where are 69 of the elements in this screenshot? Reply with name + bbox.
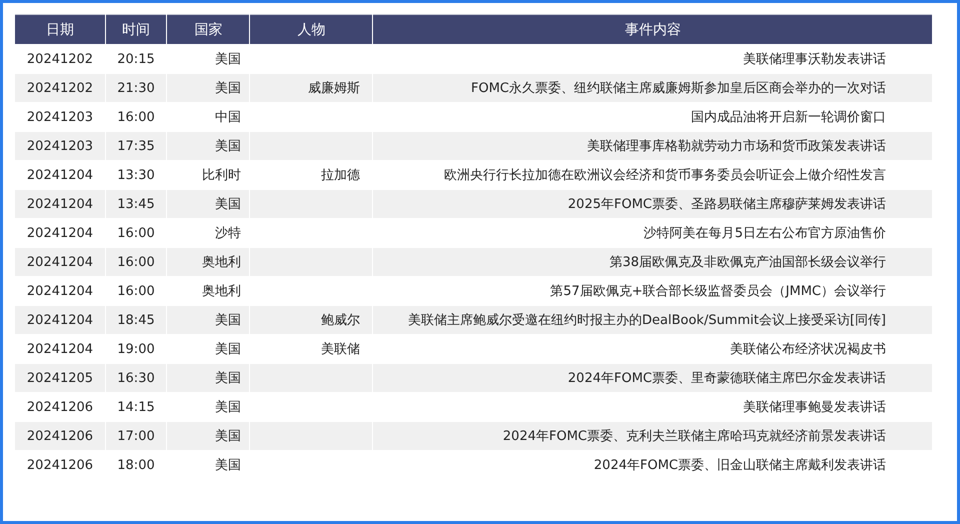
table-cell-text: 20241203 xyxy=(26,108,94,126)
table-cell: 美国 xyxy=(167,190,249,218)
table-cell: 美联储理事库格勒就劳动力市场和货币政策发表讲话 xyxy=(373,132,932,160)
table-cell-text: 美国 xyxy=(214,51,242,69)
table-cell-text: 20241204 xyxy=(26,340,94,358)
table-cell-text: 20241202 xyxy=(26,50,94,68)
table-cell: 16:00 xyxy=(106,248,166,276)
table-cell-text: 20241206 xyxy=(26,456,94,474)
table-cell-text: 国内成品油将开启新一轮调价窗口 xyxy=(690,109,887,127)
table-cell-text: 美国 xyxy=(214,457,242,475)
table-cell-text: 20241204 xyxy=(26,166,94,184)
table-cell-text: 美联储公布经济状况褐皮书 xyxy=(729,341,887,359)
table-cell-text: 沙特 xyxy=(214,225,242,243)
table-cell: 20241205 xyxy=(15,364,105,392)
table-cell: 21:30 xyxy=(106,74,166,102)
table-cell: 2024年FOMC票委、克利夫兰联储主席哈玛克就经济前景发表讲话 xyxy=(373,422,932,450)
table-cell-text: 20241204 xyxy=(26,224,94,242)
table-cell: FOMC永久票委、纽约联储主席威廉姆斯参加皇后区商会举办的一次对话 xyxy=(373,74,932,102)
table-cell-text: 20241206 xyxy=(26,398,94,416)
table-cell-text: 拉加德 xyxy=(320,167,361,185)
table-cell-text: 18:00 xyxy=(116,456,156,474)
table-cell-text: 美国 xyxy=(214,399,242,417)
table-cell: 第38届欧佩克及非欧佩克产油国部长级会议举行 xyxy=(373,248,932,276)
column-header[interactable]: 国家 xyxy=(167,14,249,44)
table-cell-text: 美联储 xyxy=(320,341,361,359)
table-cell: 2024年FOMC票委、里奇蒙德联储主席巴尔金发表讲话 xyxy=(373,364,932,392)
table-cell: 美国 xyxy=(167,422,249,450)
table-cell-text: 2024年FOMC票委、旧金山联储主席戴利发表讲话 xyxy=(592,457,887,475)
table-cell: 20241206 xyxy=(15,422,105,450)
table-cell-text: 美联储理事鲍曼发表讲话 xyxy=(742,399,887,417)
table-cell-text: 20241204 xyxy=(26,282,94,300)
table-cell: 17:35 xyxy=(106,132,166,160)
table-cell-text: 16:00 xyxy=(116,282,156,300)
table-cell-text: 美联储理事沃勒发表讲话 xyxy=(742,51,887,69)
table-cell: 20241204 xyxy=(15,248,105,276)
table-cell: 2025年FOMC票委、圣路易联储主席穆萨莱姆发表讲话 xyxy=(373,190,932,218)
table-cell-text: 美国 xyxy=(214,341,242,359)
table-cell: 美联储主席鲍威尔受邀在纽约时报主办的DealBook/Summit会议上接受采访[同传] xyxy=(373,306,932,334)
table-cell: 18:45 xyxy=(106,306,166,334)
column-header[interactable]: 人物 xyxy=(250,14,372,44)
column-header[interactable]: 事件内容 xyxy=(373,14,932,44)
table-cell-text: 16:00 xyxy=(116,224,156,242)
table-cell-text: 奥地利 xyxy=(201,283,242,301)
table-cell: 美国 xyxy=(167,364,249,392)
table-cell: 17:00 xyxy=(106,422,166,450)
table-cell: 20241202 xyxy=(15,74,105,102)
table-cell-text: 欧洲央行行长拉加德在欧洲议会经济和货币事务委员会听证会上做介绍性发言 xyxy=(443,167,887,185)
table-cell-text: 13:30 xyxy=(116,166,156,184)
table-cell-text: 沙特阿美在每月5日左右公布官方原油售价 xyxy=(642,225,887,243)
table-cell-text: 中国 xyxy=(214,109,242,127)
table-cell: 美国 xyxy=(167,132,249,160)
table-cell: 美国 xyxy=(167,306,249,334)
table-cell: 鲍威尔 xyxy=(250,306,372,334)
table-cell: 威廉姆斯 xyxy=(250,74,372,102)
table-cell-text: 20:15 xyxy=(116,50,156,68)
table-cell-text: 比利时 xyxy=(201,167,242,185)
table-cell-text: 19:00 xyxy=(116,340,156,358)
table-cell: 13:45 xyxy=(106,190,166,218)
table-cell: 奥地利 xyxy=(167,248,249,276)
table-cell: 20241204 xyxy=(15,306,105,334)
table-cell: 20241203 xyxy=(15,132,105,160)
table-cell-text: 第57届欧佩克+联合部长级监督委员会（JMMC）会议举行 xyxy=(549,283,887,301)
table-cell: 16:30 xyxy=(106,364,166,392)
table-cell-text: 14:15 xyxy=(116,398,156,416)
table-cell-text: 16:00 xyxy=(116,108,156,126)
column-header[interactable]: 时间 xyxy=(106,14,166,44)
column-header[interactable]: 日期 xyxy=(15,14,105,44)
table-cell: 20241204 xyxy=(15,190,105,218)
table-cell: 美国 xyxy=(167,74,249,102)
